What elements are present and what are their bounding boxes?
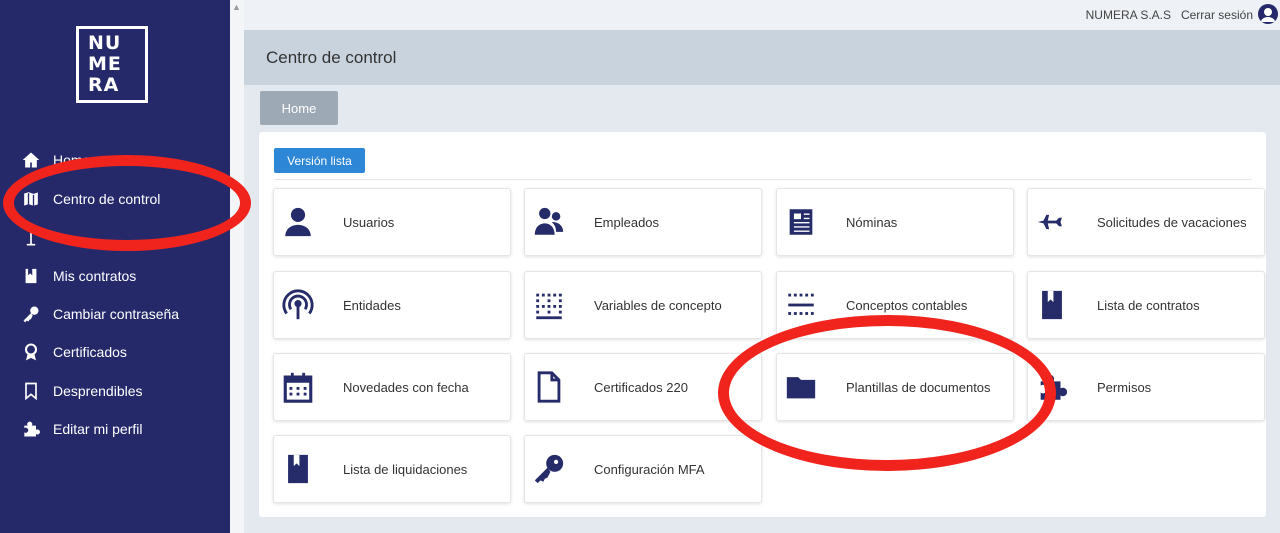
card-nominas[interactable]: Nóminas — [776, 188, 1014, 256]
company-name: NUMERA S.A.S — [1085, 8, 1171, 22]
user-avatar-icon[interactable] — [1258, 4, 1278, 24]
sidebar-item-desprendibles[interactable]: Desprendibles — [0, 376, 230, 406]
sidebar-item-pin[interactable] — [0, 223, 230, 253]
file-icon — [531, 369, 567, 405]
card-label: Novedades con fecha — [343, 379, 469, 395]
users-icon — [531, 204, 567, 240]
map-icon — [20, 188, 42, 210]
key-icon — [531, 451, 567, 487]
pin-icon — [20, 227, 42, 249]
card-label: Permisos — [1097, 379, 1152, 395]
card-label: Plantillas de documentos — [846, 379, 991, 395]
card-novedades-fecha[interactable]: Novedades con fecha — [273, 353, 511, 421]
card-label: Lista de liquidaciones — [343, 461, 468, 477]
sidebar-item-label: Cambiar contraseña — [53, 306, 180, 322]
bookmark-icon — [20, 380, 42, 402]
certificate-icon — [20, 341, 42, 363]
card-label: Conceptos contables — [846, 297, 968, 313]
card-label: Usuarios — [343, 214, 395, 230]
card-label: Entidades — [343, 297, 401, 313]
key-icon — [20, 303, 42, 325]
newspaper-icon — [783, 204, 819, 240]
sidebar-item-label: Certificados — [53, 344, 127, 360]
topbar: NUMERA S.A.S Cerrar sesión — [244, 0, 1280, 30]
scroll-up-icon[interactable]: ▲ — [232, 2, 241, 12]
sidebar: NU ME RA Home Centro de control Mis cont… — [0, 0, 230, 533]
book-icon — [280, 451, 316, 487]
puzzle-icon — [20, 418, 42, 440]
grid-lines-icon — [783, 287, 819, 323]
puzzle-icon — [1034, 369, 1070, 405]
numera-logo[interactable]: NU ME RA — [76, 26, 148, 103]
sidebar-item-mis-contratos[interactable]: Mis contratos — [0, 261, 230, 291]
sidebar-item-label: Mis contratos — [53, 268, 137, 284]
card-solicitudes-vacaciones[interactable]: Solicitudes de vacaciones — [1027, 188, 1265, 256]
logo-line: NU — [88, 32, 122, 54]
card-configuracion-mfa[interactable]: Configuración MFA — [524, 435, 762, 503]
sidebar-item-label: Home — [53, 152, 91, 168]
sidebar-item-label: Desprendibles — [53, 383, 143, 399]
home-icon — [20, 149, 42, 171]
airplane-icon — [1034, 204, 1070, 240]
logo-line: RA — [88, 74, 120, 96]
breadcrumb-home[interactable]: Home — [260, 91, 338, 125]
card-label: Lista de contratos — [1097, 297, 1200, 313]
card-label: Nóminas — [846, 214, 898, 230]
page-header: Centro de control — [244, 30, 1280, 85]
card-label: Empleados — [594, 214, 660, 230]
list-version-button[interactable]: Versión lista — [274, 148, 365, 173]
sidebar-item-certificados[interactable]: Certificados — [0, 337, 230, 367]
card-plantillas-documentos[interactable]: Plantillas de documentos — [776, 353, 1014, 421]
card-empleados[interactable]: Empleados — [524, 188, 762, 256]
calendar-icon — [280, 369, 316, 405]
card-conceptos-contables[interactable]: Conceptos contables — [776, 271, 1014, 339]
sidebar-item-editar-perfil[interactable]: Editar mi perfil — [0, 414, 230, 444]
book-icon — [1034, 287, 1070, 323]
sidebar-item-cambiar-contrasena[interactable]: Cambiar contraseña — [0, 299, 230, 329]
card-label: Certificados 220 — [594, 379, 688, 395]
card-label: Solicitudes de vacaciones — [1097, 214, 1247, 230]
folder-icon — [783, 369, 819, 405]
logout-link[interactable]: Cerrar sesión — [1181, 8, 1253, 22]
logo-line: ME — [88, 53, 122, 75]
card-entidades[interactable]: Entidades — [273, 271, 511, 339]
user-icon — [280, 204, 316, 240]
card-lista-contratos[interactable]: Lista de contratos — [1027, 271, 1265, 339]
card-certificados-220[interactable]: Certificados 220 — [524, 353, 762, 421]
card-permisos[interactable]: Permisos — [1027, 353, 1265, 421]
broadcast-icon — [280, 287, 316, 323]
card-lista-liquidaciones[interactable]: Lista de liquidaciones — [273, 435, 511, 503]
sidebar-item-centro-de-control[interactable]: Centro de control — [0, 184, 230, 214]
divider — [274, 179, 1252, 180]
scrollbar-track[interactable] — [230, 0, 244, 533]
card-label: Variables de concepto — [594, 297, 722, 313]
card-usuarios[interactable]: Usuarios — [273, 188, 511, 256]
card-label: Configuración MFA — [594, 461, 705, 477]
sidebar-item-home[interactable]: Home — [0, 145, 230, 175]
sidebar-item-label: Centro de control — [53, 191, 161, 207]
book-icon — [20, 265, 42, 287]
grid-dots-icon — [531, 287, 567, 323]
card-variables-concepto[interactable]: Variables de concepto — [524, 271, 762, 339]
page-title: Centro de control — [266, 48, 397, 67]
sidebar-item-label: Editar mi perfil — [53, 421, 143, 437]
